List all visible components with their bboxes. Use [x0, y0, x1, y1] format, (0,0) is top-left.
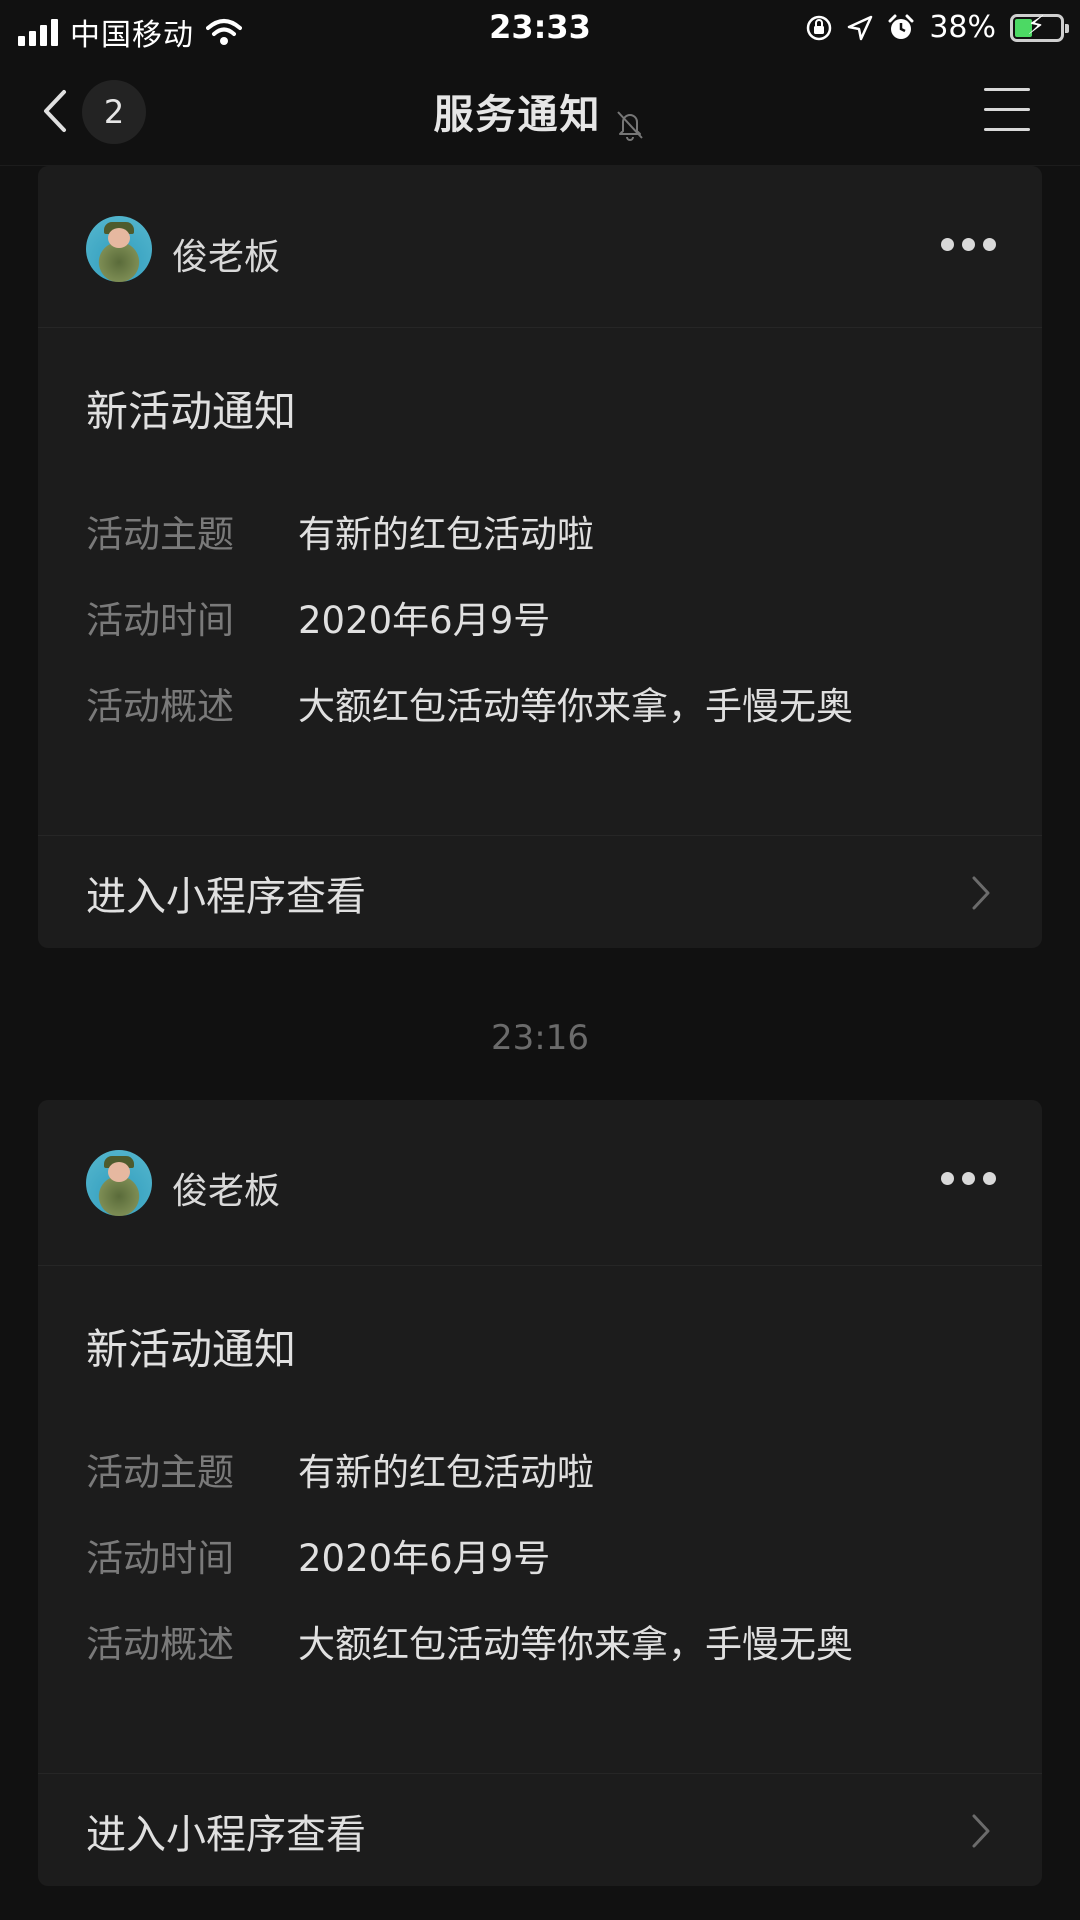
card-header: 俊老板: [38, 166, 1042, 328]
avatar[interactable]: [86, 1150, 152, 1216]
sender-name: 俊老板: [172, 237, 281, 278]
time-divider: 23:16: [491, 1018, 589, 1058]
field-label: 活动主题: [86, 513, 234, 556]
field-value: 大额红包活动等你来拿，手慢无奥: [298, 1623, 853, 1666]
chevron-right-icon: [972, 876, 990, 910]
field-value: 有新的红包活动啦: [298, 513, 594, 556]
battery-icon: ⚡: [1010, 10, 1069, 42]
chevron-right-icon: [972, 1814, 990, 1848]
field-label: 活动主题: [86, 1451, 234, 1494]
more-options-icon[interactable]: [941, 1172, 996, 1185]
footer-label: 进入小程序查看: [86, 1812, 366, 1858]
field-label: 活动概述: [86, 685, 234, 728]
field-row: 活动主题 有新的红包活动啦: [86, 504, 594, 558]
battery-percent: 38%: [929, 10, 996, 45]
charging-bolt-icon: ⚡: [1027, 10, 1046, 41]
card-body: 新活动通知 活动主题 有新的红包活动啦 活动时间 2020年6月9号 活动概述 大额红…: [38, 1266, 1042, 1774]
field-label: 活动时间: [86, 599, 234, 642]
field-row: 活动时间 2020年6月9号: [86, 590, 550, 644]
field-value: 大额红包活动等你来拿，手慢无奥: [298, 685, 853, 728]
avatar[interactable]: [86, 216, 152, 282]
field-row: 活动时间 2020年6月9号: [86, 1528, 550, 1582]
field-value: 有新的红包活动啦: [298, 1451, 594, 1494]
notice-title: 新活动通知: [86, 387, 297, 436]
footer-label: 进入小程序查看: [86, 874, 366, 920]
field-row: 活动主题 有新的红包活动啦: [86, 1442, 594, 1496]
location-icon: [848, 15, 873, 40]
bell-mute-icon: [616, 110, 643, 141]
open-mini-program-link[interactable]: 进入小程序查看: [38, 836, 1042, 948]
message-card: 俊老板 新活动通知 活动主题 有新的红包活动啦 活动时间 2020年6月9号 活动概…: [38, 166, 1042, 948]
page-title: 服务通知: [433, 92, 602, 138]
alarm-icon: [888, 14, 914, 39]
field-row: 活动概述 大额红包活动等你来拿，手慢无奥: [86, 676, 853, 730]
status-bar: 中国移动 23:33 38% ⚡: [0, 0, 1080, 56]
orientation-lock-icon: [807, 15, 832, 40]
field-value: 2020年6月9号: [298, 1537, 551, 1580]
status-right: 38% ⚡: [805, 10, 1069, 45]
nav-title-group: 服务通知: [0, 82, 1080, 141]
notice-title: 新活动通知: [86, 1325, 297, 1374]
open-mini-program-link[interactable]: 进入小程序查看: [38, 1774, 1042, 1886]
field-value: 2020年6月9号: [298, 599, 551, 642]
nav-bar: 2 服务通知: [0, 56, 1080, 166]
field-label: 活动概述: [86, 1623, 234, 1666]
message-card: 俊老板 新活动通知 活动主题 有新的红包活动啦 活动时间 2020年6月9号 活动概…: [38, 1100, 1042, 1886]
card-header: 俊老板: [38, 1100, 1042, 1266]
menu-icon[interactable]: [984, 88, 1030, 132]
more-options-icon[interactable]: [941, 238, 996, 251]
card-body: 新活动通知 活动主题 有新的红包活动啦 活动时间 2020年6月9号 活动概述 大额红…: [38, 328, 1042, 836]
field-label: 活动时间: [86, 1537, 234, 1580]
field-row: 活动概述 大额红包活动等你来拿，手慢无奥: [86, 1614, 853, 1668]
sender-name: 俊老板: [172, 1171, 281, 1212]
